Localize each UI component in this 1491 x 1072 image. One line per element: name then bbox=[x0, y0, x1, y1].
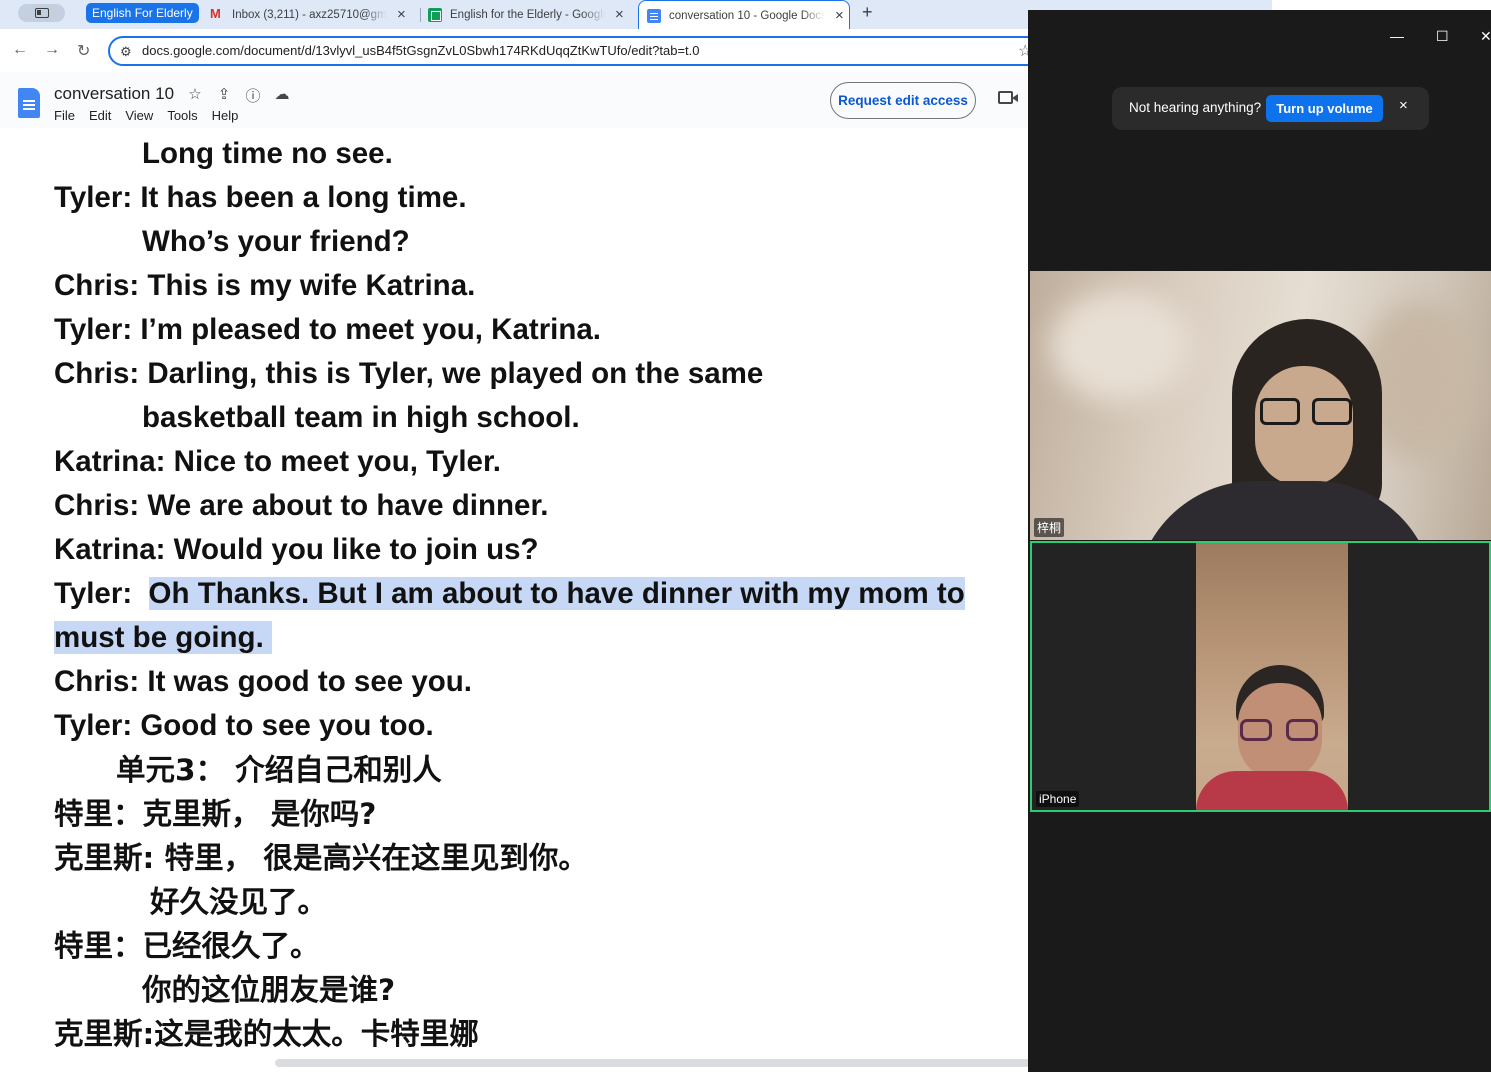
docs-logo-icon[interactable] bbox=[18, 88, 40, 118]
cloud-icon[interactable]: ☁ bbox=[273, 85, 291, 106]
doc-line: 特里：克里斯， 是你吗? bbox=[54, 797, 377, 831]
sheets-icon bbox=[428, 7, 442, 22]
participant-name: iPhone bbox=[1036, 791, 1080, 807]
close-tab-icon[interactable]: × bbox=[397, 6, 406, 23]
tab-divider bbox=[420, 8, 421, 22]
doc-line: Tyler: It has been a long time. bbox=[54, 181, 467, 214]
selected-text[interactable]: must be going. bbox=[54, 621, 272, 654]
title-icons: ☆ ⇪ ⓘ ☁ bbox=[186, 85, 291, 106]
menu-help[interactable]: Help bbox=[212, 108, 239, 123]
menu-tools[interactable]: Tools bbox=[167, 108, 197, 123]
doc-line: 单元3： 介绍自己和别人 bbox=[116, 753, 442, 787]
reload-icon[interactable]: ↻ bbox=[77, 41, 90, 61]
site-info-icon[interactable]: ⚙ bbox=[120, 44, 132, 60]
minimize-icon[interactable]: — bbox=[1390, 28, 1404, 44]
back-icon[interactable]: ← bbox=[12, 41, 28, 59]
tab-group-chip[interactable]: English For Elderly bbox=[86, 3, 199, 23]
doc-line: Chris: It was good to see you. bbox=[54, 665, 472, 698]
menu-edit[interactable]: Edit bbox=[89, 108, 111, 123]
maximize-icon[interactable]: ☐ bbox=[1436, 28, 1449, 45]
doc-line: 克里斯:这是我的太太。卡特里娜 bbox=[54, 1017, 479, 1051]
audio-notice-text: Not hearing anything? bbox=[1129, 100, 1262, 115]
close-tab-icon[interactable]: × bbox=[835, 7, 844, 24]
doc-line: Long time no see. bbox=[142, 137, 393, 170]
doc-line: 你的这位朋友是谁? bbox=[142, 973, 396, 1007]
doc-line: 克里斯: 特里， 很是高兴在这里见到你。 bbox=[54, 841, 588, 875]
glasses-left bbox=[1240, 719, 1272, 741]
meet-camera-icon[interactable] bbox=[998, 91, 1018, 104]
close-tab-icon[interactable]: × bbox=[615, 6, 624, 23]
meeting-window: — ☐ ✕ Not hearing anything? Turn up volu… bbox=[1028, 10, 1491, 1072]
active-speaker-tile[interactable]: iPhone bbox=[1030, 541, 1491, 812]
doc-line: Tyler: I’m pleased to meet you, Katrina. bbox=[54, 313, 601, 346]
doc-line: must be going. bbox=[54, 618, 272, 658]
doc-line: 好久没见了。 bbox=[150, 885, 328, 919]
close-window-icon[interactable]: ✕ bbox=[1480, 28, 1491, 45]
forward-icon[interactable]: → bbox=[44, 41, 60, 59]
turn-up-volume-button[interactable]: Turn up volume bbox=[1266, 95, 1383, 122]
document-title[interactable]: conversation 10 bbox=[54, 84, 174, 104]
tab-title: Inbox (3,211) - axz25710@gmail.com - Gma… bbox=[232, 8, 387, 21]
doc-line: Chris: This is my wife Katrina. bbox=[54, 269, 476, 302]
gmail-icon bbox=[210, 6, 224, 22]
doc-line: basketball team in high school. bbox=[142, 401, 580, 434]
menu-file[interactable]: File bbox=[54, 108, 75, 123]
doc-line: Chris: Darling, this is Tyler, we played… bbox=[54, 357, 764, 390]
participant-body bbox=[1196, 771, 1348, 810]
document-canvas[interactable]: Long time no see. Tyler: It has been a l… bbox=[0, 128, 1030, 1072]
url-text: docs.google.com/document/d/13vlyvl_usB4f… bbox=[142, 43, 700, 58]
audio-notice-banner: Not hearing anything? Turn up volume × bbox=[1112, 87, 1429, 130]
background-blur bbox=[1050, 291, 1190, 401]
tab-title: conversation 10 - Google Docs bbox=[669, 9, 825, 22]
participant-body bbox=[1135, 481, 1435, 540]
tab-sheets[interactable]: English for the Elderly - Google Sheets … bbox=[428, 0, 624, 29]
selected-text[interactable]: Oh Thanks. But I am about to have dinner… bbox=[148, 577, 965, 610]
tab-gmail[interactable]: Inbox (3,211) - axz25710@gmail.com - Gma… bbox=[210, 0, 406, 29]
participant-face bbox=[1255, 366, 1353, 486]
speaker-label: Tyler: bbox=[54, 577, 149, 610]
star-icon[interactable]: ☆ bbox=[186, 85, 204, 106]
menu-bar: File Edit View Tools Help bbox=[54, 108, 252, 123]
doc-line: Katrina: Nice to meet you, Tyler. bbox=[54, 445, 501, 478]
tab-docs-active[interactable]: conversation 10 - Google Docs × bbox=[638, 0, 850, 30]
glasses-right bbox=[1312, 398, 1352, 425]
doc-line: Chris: We are about to have dinner. bbox=[54, 489, 549, 522]
glasses-left bbox=[1260, 398, 1300, 425]
screen: English For Elderly Inbox (3,211) - axz2… bbox=[0, 0, 1491, 1072]
new-tab-button[interactable]: + bbox=[862, 2, 873, 23]
tab-title: English for the Elderly - Google Sheets bbox=[450, 8, 605, 21]
window-icon bbox=[34, 8, 49, 18]
docs-icon bbox=[647, 8, 661, 23]
menu-view[interactable]: View bbox=[125, 108, 153, 123]
horizontal-scrollbar[interactable] bbox=[275, 1059, 1030, 1067]
request-edit-access-button[interactable]: Request edit access bbox=[830, 82, 976, 119]
address-bar[interactable]: ⚙ docs.google.com/document/d/13vlyvl_usB… bbox=[108, 36, 1048, 66]
doc-line: Tyler: Good to see you too. bbox=[54, 709, 434, 742]
doc-line: Tyler: Oh Thanks. But I am about to have… bbox=[54, 574, 965, 614]
phone-video-feed bbox=[1196, 543, 1348, 810]
close-notice-icon[interactable]: × bbox=[1399, 97, 1408, 114]
doc-line: Katrina: Would you like to join us? bbox=[54, 533, 539, 566]
participant-video-tile[interactable]: 梓桐 bbox=[1030, 271, 1491, 540]
glasses-right bbox=[1286, 719, 1318, 741]
doc-line: 特里：已经很久了。 bbox=[54, 929, 320, 963]
doc-line: Who’s your friend? bbox=[142, 225, 410, 258]
move-icon[interactable]: ⇪ bbox=[215, 85, 233, 106]
info-icon[interactable]: ⓘ bbox=[244, 85, 262, 106]
participant-name: 梓桐 bbox=[1034, 518, 1065, 537]
tab-search-button[interactable] bbox=[18, 4, 65, 22]
